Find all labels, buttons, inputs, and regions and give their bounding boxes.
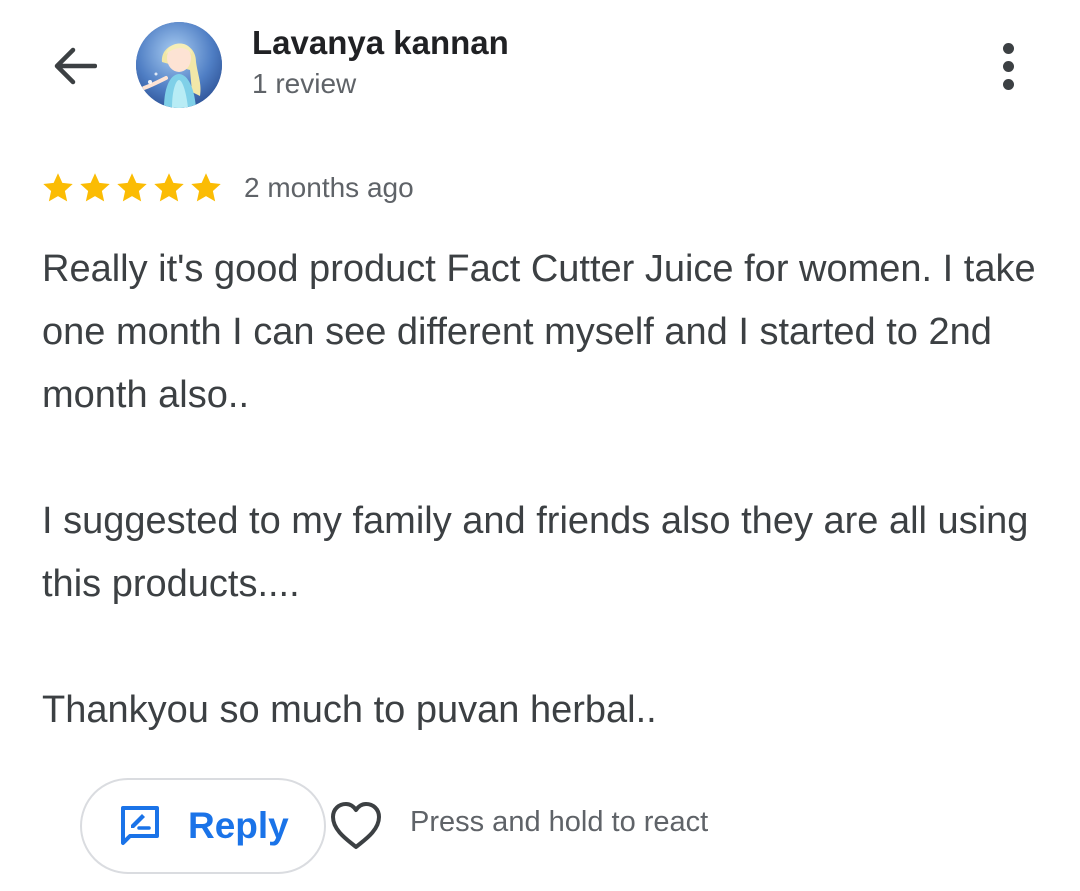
rating-row: 2 months ago <box>40 166 414 210</box>
reviewer-name[interactable]: Lavanya kannan <box>252 24 509 62</box>
profile-avatar <box>136 22 222 108</box>
review-paragraph: I suggested to my family and friends als… <box>42 500 1029 605</box>
star-icon <box>43 173 73 202</box>
review-paragraph: Really it's good product Fact Cutter Jui… <box>42 248 1036 416</box>
react-button[interactable] <box>326 796 386 856</box>
more-vertical-icon <box>1002 42 1014 90</box>
avatar[interactable] <box>136 22 222 108</box>
review-time: 2 months ago <box>244 172 414 203</box>
star-rating <box>40 170 224 206</box>
heart-outline-icon <box>331 802 381 849</box>
review-count: 1 review <box>252 68 357 99</box>
reply-label: Reply <box>188 805 289 846</box>
star-icon <box>191 173 221 202</box>
more-options-button[interactable] <box>984 38 1032 94</box>
star-icon <box>117 173 147 202</box>
arrow-back-icon <box>54 47 97 85</box>
review-text: Really it's good product Fact Cutter Jui… <box>42 238 1052 742</box>
star-icon <box>80 173 110 202</box>
back-button[interactable] <box>44 38 104 94</box>
react-hint: Press and hold to react <box>410 806 709 838</box>
star-icon <box>154 173 184 202</box>
reply-icon <box>121 806 159 845</box>
review-paragraph: Thankyou so much to puvan herbal.. <box>42 689 657 731</box>
reply-button[interactable]: Reply <box>80 778 326 874</box>
